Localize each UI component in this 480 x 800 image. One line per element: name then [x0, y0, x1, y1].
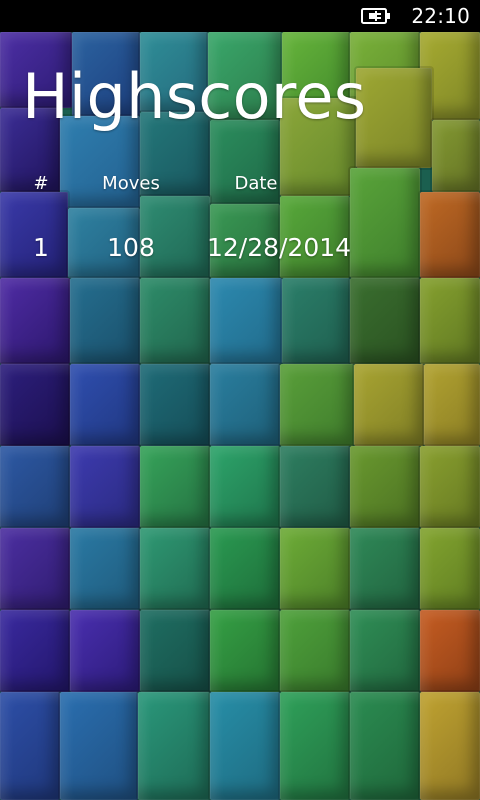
column-header-rank: # [33, 173, 49, 194]
highscores-content: Highscores # Moves Date 1 108 12/28/2014 [0, 32, 480, 800]
score-moves: 108 [107, 233, 155, 262]
score-date: 12/28/2014 [206, 233, 352, 262]
status-time: 22:10 [411, 4, 470, 28]
column-header-moves: Moves [102, 173, 160, 194]
column-header-date: Date [234, 173, 278, 194]
status-bar: 22:10 [0, 0, 480, 32]
highscores-screen: 22:10 Highscores # Moves Date 1 108 12/2… [0, 0, 480, 800]
battery-charging-icon [361, 6, 393, 26]
status-indicators: 22:10 [361, 4, 470, 28]
page-title: Highscores [22, 60, 367, 133]
highscores-table: # Moves Date 1 108 12/28/2014 [0, 168, 480, 308]
score-rank: 1 [33, 233, 49, 262]
